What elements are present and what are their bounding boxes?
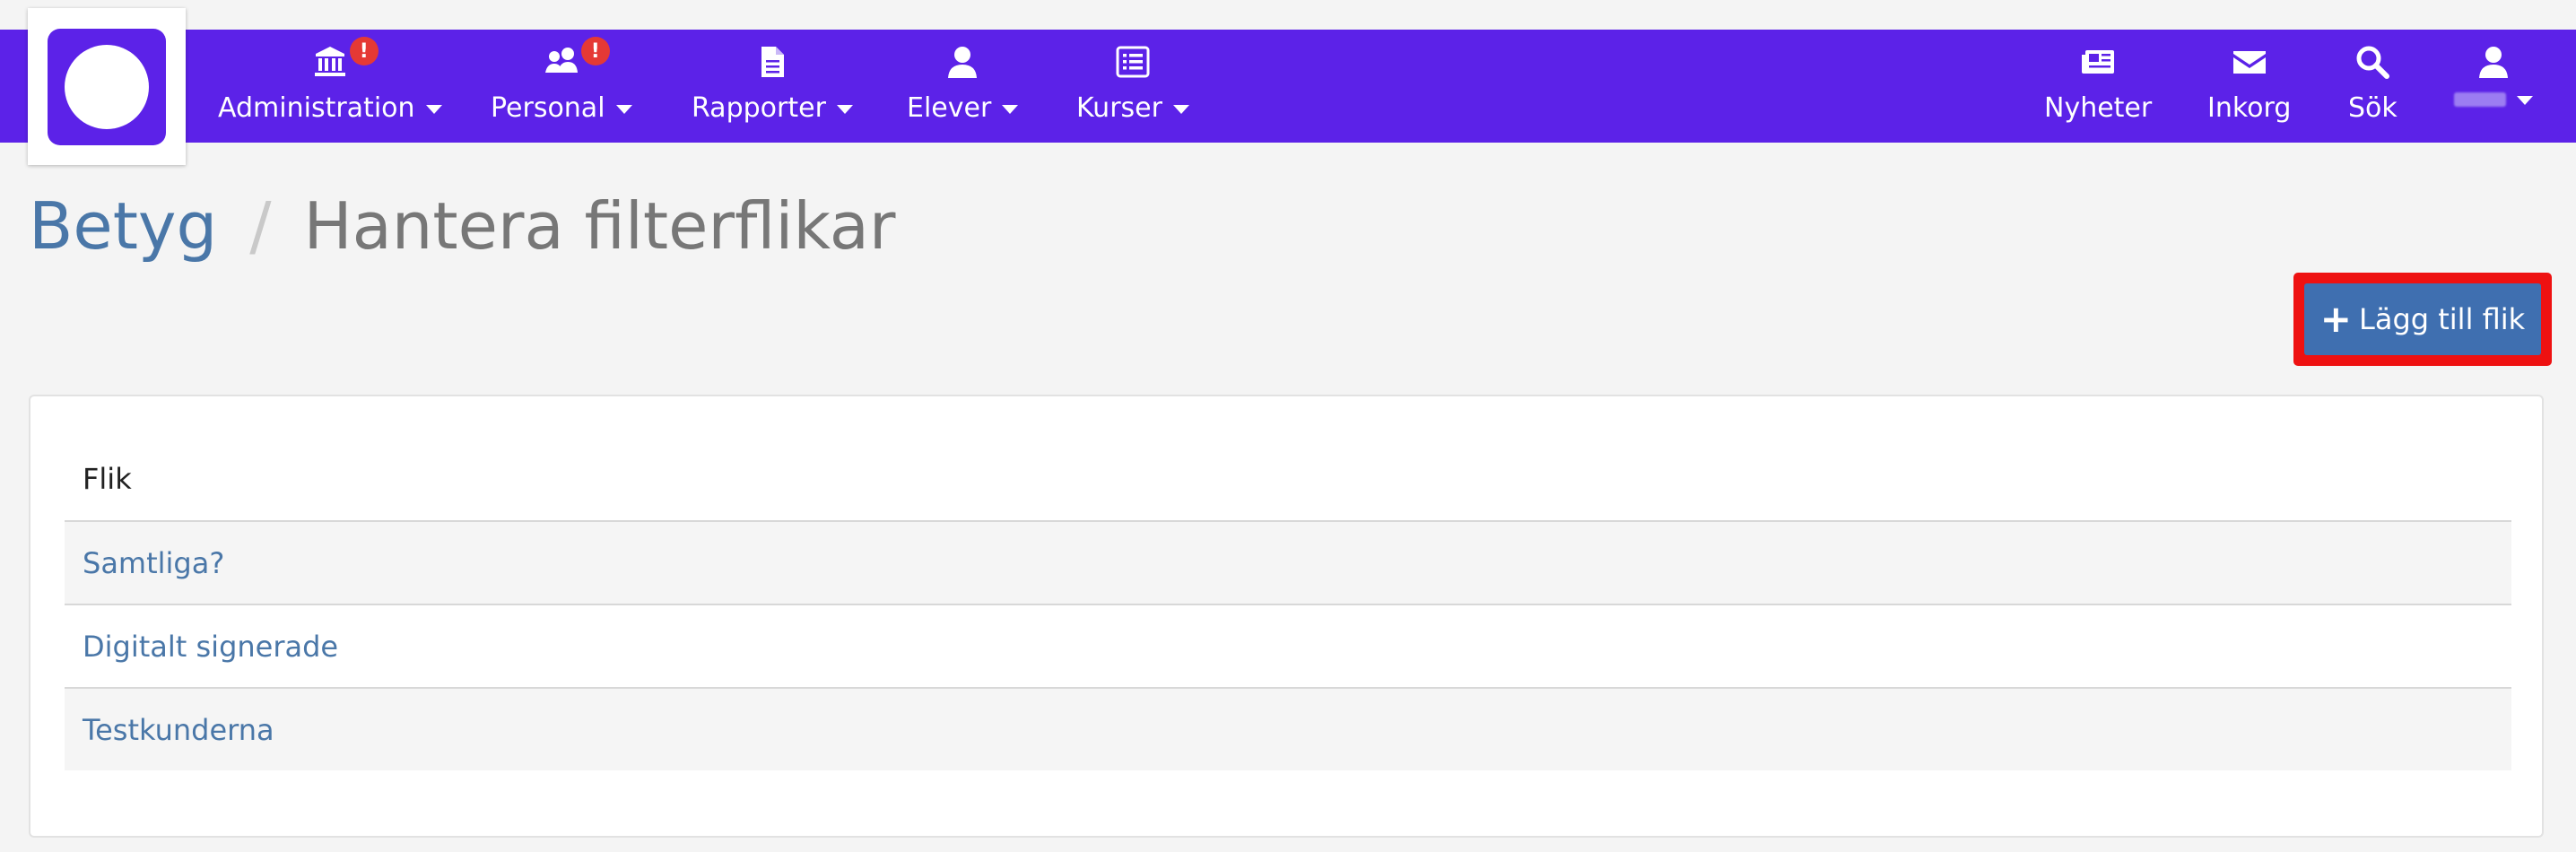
caret-down-icon — [615, 104, 632, 114]
newspaper-icon — [2080, 44, 2116, 80]
caret-down-icon — [425, 104, 442, 114]
breadcrumb-separator: / — [249, 188, 272, 264]
users-icon: ! — [544, 37, 610, 80]
caret-down-icon — [1002, 104, 1019, 114]
caret-down-icon — [1172, 104, 1189, 114]
nav-nyheter[interactable]: Nyheter — [2044, 30, 2152, 143]
table-body: Samtliga? Digitalt signerade Testkundern… — [65, 522, 2511, 770]
institution-icon: ! — [312, 37, 379, 80]
nav-sok[interactable]: Sök — [2348, 30, 2398, 143]
user-icon — [2476, 44, 2511, 80]
nav-administration[interactable]: ! Administration — [218, 30, 442, 143]
nav-label: Rapporter — [692, 92, 826, 124]
alert-badge: ! — [580, 37, 610, 65]
nav-label: Elever — [907, 92, 992, 124]
caret-down-icon — [2517, 96, 2533, 105]
tabs-panel: Flik Samtliga? Digitalt signerade Testku… — [29, 395, 2544, 838]
logo-mark — [48, 29, 166, 145]
nav-personal[interactable]: ! Personal — [491, 30, 632, 143]
caret-down-icon — [836, 104, 853, 114]
breadcrumb-betyg-link[interactable]: Betyg — [29, 188, 217, 264]
nav-label: Personal — [491, 92, 605, 124]
nav-rapporter[interactable]: Rapporter — [692, 30, 853, 143]
list-icon — [1115, 44, 1151, 80]
tab-link[interactable]: Samtliga? — [83, 546, 224, 580]
table-row: Testkunderna — [65, 689, 2511, 770]
nav-inkorg[interactable]: Inkorg — [2207, 30, 2291, 143]
user-name-redacted — [2454, 92, 2506, 107]
breadcrumb: Betyg / Hantera filterflikar — [29, 187, 896, 265]
tab-link[interactable]: Testkunderna — [83, 713, 274, 747]
add-tab-label: Lägg till flik — [2359, 302, 2526, 336]
nav-label: Kurser — [1076, 92, 1162, 124]
nav-kurser[interactable]: Kurser — [1076, 30, 1189, 143]
table-row: Digitalt signerade — [65, 605, 2511, 689]
page-title: Hantera filterflikar — [303, 188, 896, 264]
envelope-icon — [2232, 44, 2267, 80]
alert-badge: ! — [349, 37, 379, 65]
logo-circle — [65, 45, 149, 129]
add-tab-button[interactable]: + Lägg till flik — [2304, 283, 2541, 355]
tabs-table: Flik Samtliga? Digitalt signerade Testku… — [65, 438, 2511, 770]
top-navbar: ! Administration ! Personal Rapporter El… — [0, 30, 2576, 143]
nav-label: Nyheter — [2044, 92, 2153, 124]
document-icon — [754, 44, 790, 80]
home-logo[interactable] — [28, 8, 186, 165]
highlight-box: + Lägg till flik — [2293, 273, 2552, 366]
plus-icon: + — [2319, 297, 2352, 341]
search-icon — [2354, 44, 2390, 80]
nav-user-menu[interactable] — [2454, 30, 2533, 143]
nav-elever[interactable]: Elever — [907, 30, 1019, 143]
user-icon — [944, 44, 980, 80]
column-header-flik: Flik — [83, 462, 132, 496]
table-header: Flik — [65, 438, 2511, 522]
nav-label: Administration — [218, 92, 415, 124]
table-row: Samtliga? — [65, 522, 2511, 605]
tab-link[interactable]: Digitalt signerade — [83, 630, 338, 664]
nav-label: Inkorg — [2207, 92, 2292, 124]
nav-label: Sök — [2348, 92, 2398, 124]
